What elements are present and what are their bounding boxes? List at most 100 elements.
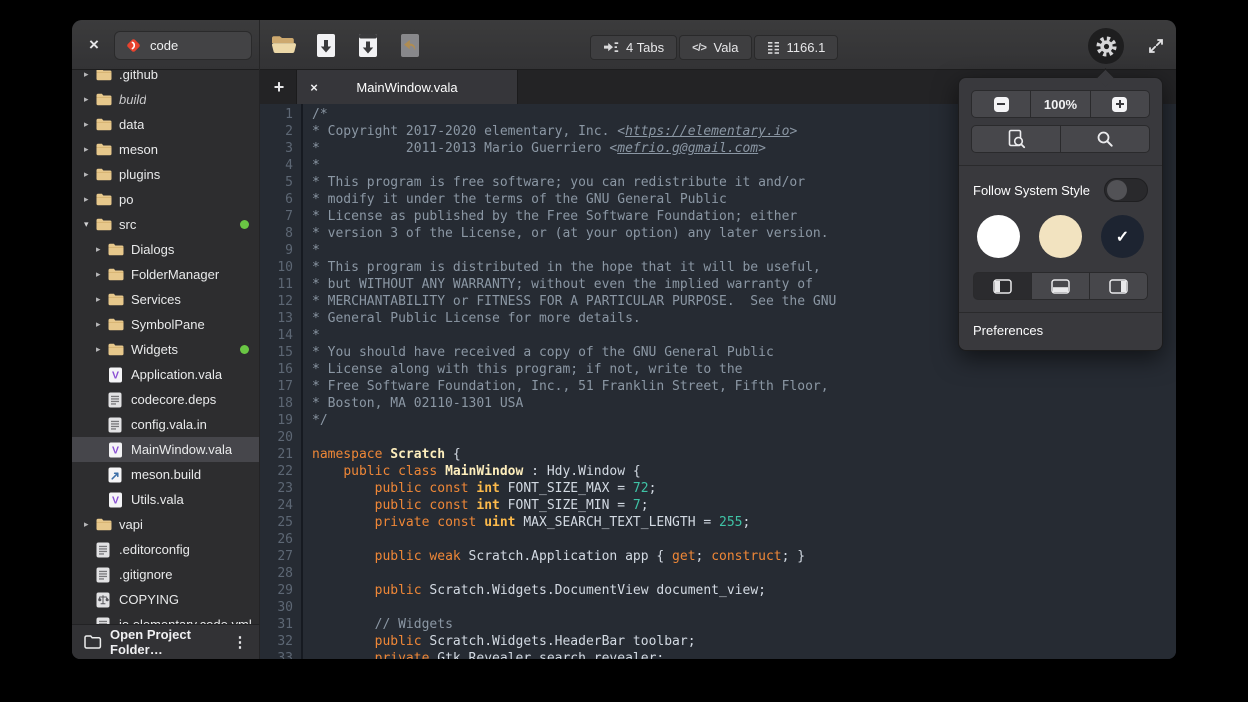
language-button[interactable]: </> Vala [679,35,751,60]
follow-system-style-toggle[interactable] [1104,178,1148,202]
project-chooser-button[interactable]: code [114,31,252,60]
expander-collapsed-icon[interactable]: ▸ [84,144,96,155]
text-icon [96,542,112,558]
tree-item-label: .github [119,70,158,82]
tree-item-symbolpane[interactable]: ▸SymbolPane [72,312,259,337]
tree-item-services[interactable]: ▸Services [72,287,259,312]
expander-collapsed-icon[interactable]: ▸ [84,194,96,205]
goto-line-button[interactable]: 1166.1 [754,35,839,60]
sidebar-menu-button[interactable]: ⋮ [229,633,251,651]
tree-item-label: Dialogs [131,242,174,257]
expander-collapsed-icon[interactable]: ▸ [84,70,96,80]
file-tree: ▸ .github ▸build▸data▸meson▸plugins▸po ▾ src… [72,70,259,624]
tabs-count-button[interactable]: 4 Tabs [590,35,677,60]
preferences-item[interactable]: Preferences [959,313,1162,350]
expander-collapsed-icon[interactable]: ▸ [96,244,108,255]
open-project-folder-icon [84,635,102,649]
save-as-button[interactable] [350,28,386,62]
tree-item-meson-build[interactable]: meson.build [72,462,259,487]
revert-button[interactable] [392,28,428,62]
line-number: 32 [260,633,293,650]
tree-item-vapi[interactable]: ▸ vapi [72,512,259,537]
tree-item-label: vapi [119,517,143,532]
open-folder-button[interactable] [266,28,302,62]
code-line: private Gtk.Revealer search_revealer; [312,650,1176,659]
line-number: 33 [260,650,293,659]
expander-collapsed-icon[interactable]: ▸ [84,169,96,180]
line-number: 25 [260,514,293,531]
panel-right-icon [1109,279,1128,294]
tree-item-copying[interactable]: COPYING [72,587,259,612]
line-number: 15 [260,344,293,361]
text-icon [108,392,124,408]
layout-panel-bottom-button[interactable] [1032,272,1090,300]
tree-item-build[interactable]: ▸build [72,87,259,112]
tree-item-codecore-deps[interactable]: codecore.deps [72,387,259,412]
style-dark-button[interactable]: ✓ [1101,215,1144,258]
fullscreen-button[interactable] [1144,35,1168,57]
panel-left-icon [993,279,1012,294]
tree-item--github[interactable]: ▸ .github [72,70,259,87]
new-tab-button[interactable]: + [266,74,292,100]
layout-sidebar-right-button[interactable] [1090,272,1148,300]
sidebar-footer[interactable]: Open Project Folder… ⋮ [72,624,259,659]
check-icon: ✓ [1116,227,1129,247]
search-button[interactable] [1061,125,1150,153]
save-button[interactable] [308,28,344,62]
tree-item--gitignore[interactable]: .gitignore [72,562,259,587]
zoom-controls: 100% [971,90,1150,118]
expander-collapsed-icon[interactable]: ▸ [84,519,96,530]
tab-close-icon[interactable]: × [301,80,327,95]
tree-item-config-vala-in[interactable]: config.vala.in [72,412,259,437]
tree-item-src[interactable]: ▾ src [72,212,259,237]
line-number: 4 [260,157,293,174]
find-in-project-button[interactable] [971,125,1061,153]
find-in-document-icon [1006,129,1026,149]
tree-item-plugins[interactable]: ▸plugins [72,162,259,187]
layout-sidebar-left-button[interactable] [973,272,1032,300]
tab-title: MainWindow.vala [327,80,517,95]
expander-collapsed-icon[interactable]: ▸ [96,344,108,355]
line-number: 18 [260,395,293,412]
zoom-in-button[interactable] [1091,90,1150,118]
document-toolbar [266,28,428,62]
style-light-button[interactable] [977,215,1020,258]
code-line: public Scratch.Widgets.HeaderBar toolbar… [312,633,1176,650]
expander-expanded-icon[interactable]: ▾ [84,219,96,230]
tree-item-label: src [119,217,136,232]
expander-collapsed-icon[interactable]: ▸ [96,269,108,280]
expander-collapsed-icon[interactable]: ▸ [96,294,108,305]
expand-icon [1147,37,1165,55]
settings-gear-button[interactable] [1088,28,1124,64]
zoom-out-icon [994,97,1009,112]
tree-item-mainwindow-vala[interactable]: VMainWindow.vala [72,437,259,462]
tree-item-widgets[interactable]: ▸Widgets [72,337,259,362]
expander-collapsed-icon[interactable]: ▸ [84,119,96,130]
tree-item-po[interactable]: ▸po [72,187,259,212]
tree-item-io-elementary-code-yml[interactable]: io.elementary.code.yml [72,612,259,624]
svg-text:V: V [112,369,119,381]
tree-item-dialogs[interactable]: ▸ Dialogs [72,237,259,262]
code-line: */ [312,412,1176,429]
expander-collapsed-icon[interactable]: ▸ [96,319,108,330]
license-icon [96,592,112,608]
tree-item-meson[interactable]: ▸meson [72,137,259,162]
vala-icon: V [108,442,124,458]
tab-mainwindow-vala[interactable]: × MainWindow.vala [296,70,518,104]
tree-item--editorconfig[interactable]: .editorconfig [72,537,259,562]
zoom-out-button[interactable] [971,90,1031,118]
tree-item-data[interactable]: ▸data [72,112,259,137]
expander-collapsed-icon[interactable]: ▸ [84,94,96,105]
line-number: 30 [260,599,293,616]
find-controls [971,125,1150,153]
tree-item-label: FolderManager [131,267,219,282]
tree-item-foldermanager[interactable]: ▸ FolderManager [72,262,259,287]
tree-item-application-vala[interactable]: VApplication.vala [72,362,259,387]
window-close-button[interactable]: × [80,31,108,59]
tree-item-utils-vala[interactable]: VUtils.vala [72,487,259,512]
goto-line-label: 1166.1 [787,40,826,55]
line-number: 1 [260,106,293,123]
line-number: 17 [260,378,293,395]
style-sepia-button[interactable] [1039,215,1082,258]
code-line: namespace Scratch { [312,446,1176,463]
